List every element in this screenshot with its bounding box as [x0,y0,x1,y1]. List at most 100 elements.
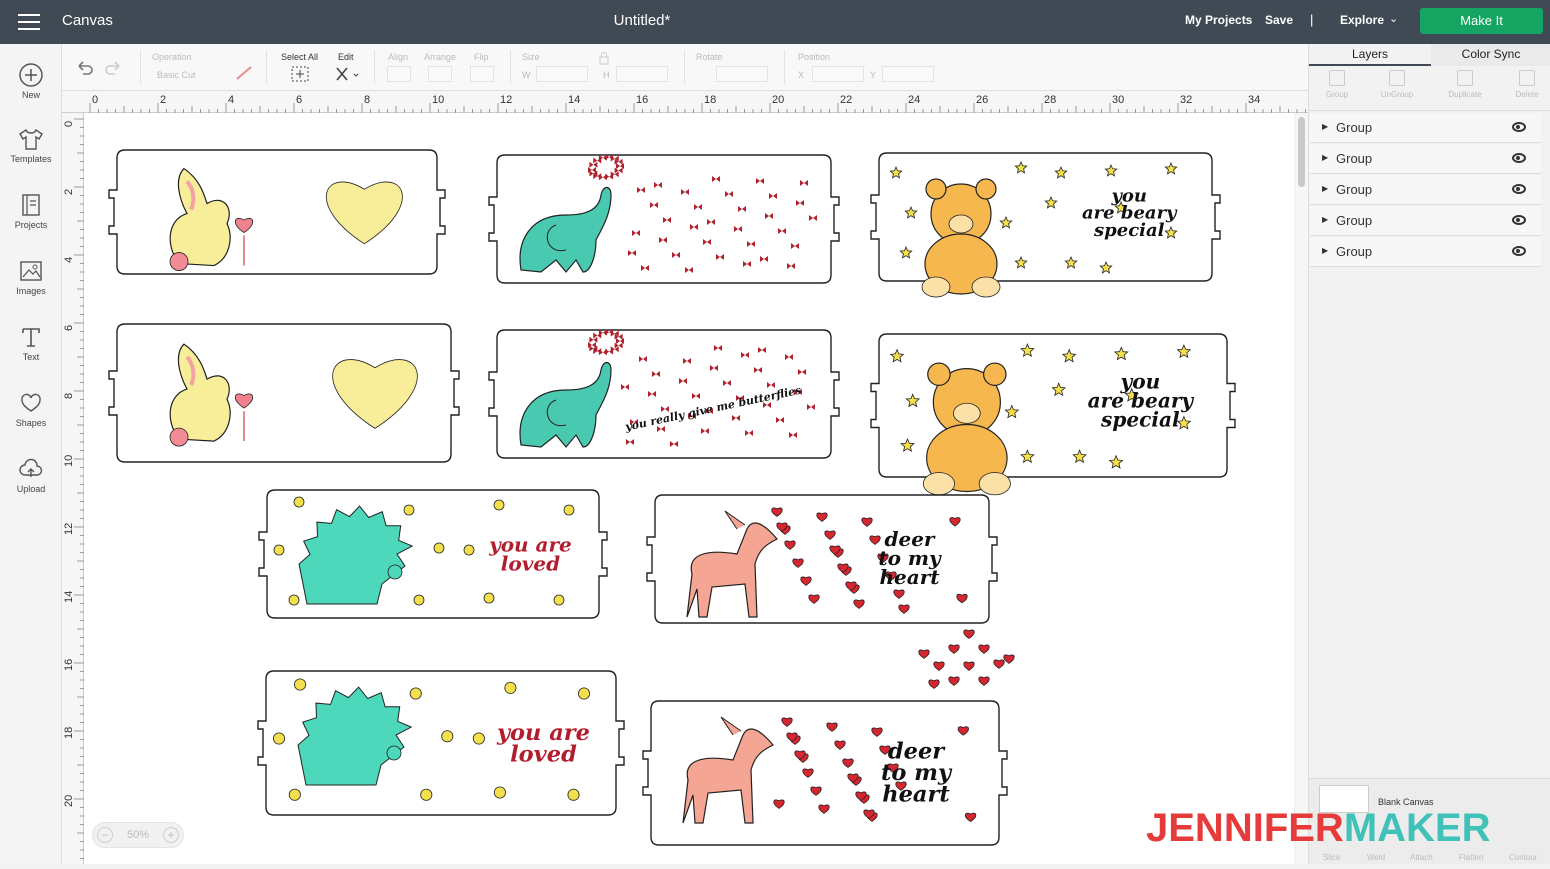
nav-upload[interactable]: Upload [0,456,62,494]
flatten-button[interactable]: Flatten [1459,853,1483,862]
ruler-top-label: 30 [1112,94,1124,106]
layer-row[interactable]: ▶ Group [1310,237,1541,267]
height-input[interactable] [616,66,668,82]
expand-arrow-icon[interactable]: ▶ [1322,184,1328,193]
duplicate-icon [1457,70,1473,86]
layer-row[interactable]: ▶ Group [1310,175,1541,205]
design-canvas[interactable]: you are beary special you really give me bu… [84,113,1294,864]
position-label: Position [798,52,831,62]
nav-new[interactable]: New [0,62,62,100]
zoom-out-button[interactable]: − [97,827,113,843]
expand-arrow-icon[interactable]: ▶ [1322,122,1328,131]
layer-row[interactable]: ▶ Group [1310,113,1541,143]
ruler-top-label: 18 [704,94,716,106]
align-dropdown[interactable] [387,66,411,82]
small-heart [963,629,975,639]
ruler-top-label: 8 [364,94,370,106]
menu-icon[interactable] [18,14,40,30]
small-heart [948,676,960,686]
nav-templates[interactable]: Templates [0,126,62,164]
save-button[interactable]: Save [1265,13,1293,27]
layer-row[interactable]: ▶ Group [1310,144,1541,174]
select-all-icon[interactable] [290,65,310,83]
eye-icon[interactable] [1512,153,1526,163]
pen-icon[interactable] [234,64,256,82]
rotate-input[interactable] [716,66,768,82]
undo-icon[interactable] [74,58,94,76]
delete-button[interactable]: Delete [1502,70,1550,99]
width-label: W [522,70,531,80]
flip-dropdown[interactable] [470,66,494,82]
watermark-maker: MAKER [1343,806,1491,850]
flower-shape [578,687,591,700]
make-it-button[interactable]: Make It [1420,8,1543,34]
group-button[interactable]: Group [1312,70,1362,99]
card-text: special [1093,220,1165,241]
chevron-down-icon[interactable]: ⌄ [1389,12,1398,25]
x-input[interactable] [812,66,864,82]
duplicate-button[interactable]: Duplicate [1440,70,1490,99]
bear-muzzle [953,402,981,424]
tab-layers[interactable]: Layers [1309,44,1431,66]
nav-images[interactable]: Images [0,258,62,296]
eye-icon[interactable] [1512,215,1526,225]
bear-foot [978,472,1011,496]
ruler-top-label: 2 [160,94,166,106]
slice-button[interactable]: Slice [1323,853,1340,862]
jennifermaker-watermark: JENNIFERMAKER [1146,806,1490,851]
width-input[interactable] [536,66,588,82]
card-text: loved [501,551,560,575]
expand-arrow-icon[interactable]: ▶ [1322,153,1328,162]
flower-shape [493,499,505,511]
eye-icon[interactable] [1512,184,1526,194]
left-sidebar: New Templates Projects Images Text Shape… [0,44,62,864]
expand-arrow-icon[interactable]: ▶ [1322,246,1328,255]
scroll-thumb[interactable] [1298,117,1305,187]
layer-row[interactable]: ▶ Group [1310,206,1541,236]
attach-button[interactable]: Attach [1410,853,1433,862]
card-hedgehog: you areloved [257,670,625,816]
shirt-icon [19,128,43,150]
rotate-label: Rotate [696,52,723,62]
y-input[interactable] [882,66,934,82]
flower-shape [504,681,517,694]
card-bear: youare bearyspecial [870,152,1221,298]
flower-shape [273,732,286,745]
flower-shape [553,594,565,606]
zoom-control: − 50% + [92,822,184,848]
plus-circle-icon [19,63,43,87]
expand-arrow-icon[interactable]: ▶ [1322,215,1328,224]
x-label: X [798,70,805,80]
arrange-dropdown[interactable] [428,66,452,82]
weld-button[interactable]: Weld [1367,853,1385,862]
document-title[interactable]: Untitled* [560,12,724,29]
separator: | [1310,12,1314,27]
ungroup-button[interactable]: UnGroup [1372,70,1422,99]
flip-label: Flip [474,52,489,62]
contour-button[interactable]: Contour [1509,853,1537,862]
ruler-top-label: 16 [636,94,648,106]
nav-text[interactable]: Text [0,324,62,362]
scissors-icon[interactable] [334,65,360,83]
eye-icon[interactable] [1512,122,1526,132]
upload-icon [19,458,43,477]
zoom-in-button[interactable]: + [163,827,179,843]
explore-dropdown[interactable]: Explore [1340,13,1384,27]
nav-upload-label: Upload [16,484,46,494]
lock-icon[interactable] [598,51,610,65]
eye-icon[interactable] [1512,246,1526,256]
ruler-top-label: 24 [908,94,920,106]
operation-select[interactable]: Basic Cut [157,70,196,80]
tab-color-sync[interactable]: Color Sync [1431,44,1550,66]
canvas-artwork: youare bearyspecialyou really give me bu… [108,149,1236,846]
layer-name: Group [1336,244,1373,259]
card-deer: deerto myheart [646,494,998,624]
bear-ear [983,362,1007,386]
select-all-label: Select All [281,52,319,62]
my-projects-link[interactable]: My Projects [1185,13,1252,27]
nav-shapes[interactable]: Shapes [0,390,62,428]
vertical-scrollbar[interactable] [1296,113,1308,864]
redo-icon[interactable] [104,58,124,76]
flower-shape [433,542,445,554]
nav-projects[interactable]: Projects [0,192,62,230]
